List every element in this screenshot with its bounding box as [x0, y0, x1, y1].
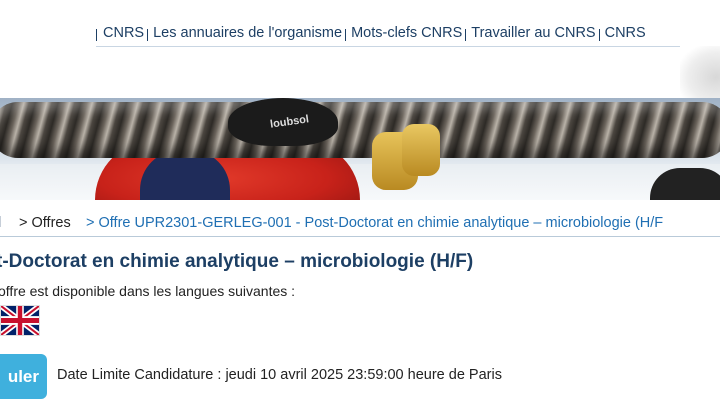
page-title: t-Doctorat en chimie analytique – microb…: [0, 251, 474, 272]
banner-ice-core-drill: [0, 102, 720, 158]
top-navigation: CNRS Les annuaires de l'organisme Mots-cle…: [96, 22, 720, 47]
nav-link-mots-clefs[interactable]: Mots-clefs CNRS: [345, 22, 465, 44]
banner-glove: [402, 124, 440, 176]
breadcrumb: l > Offres > Offre UPR2301-GERLEG-001 - …: [0, 212, 720, 237]
breadcrumb-home-link[interactable]: l: [0, 212, 1, 234]
language-availability-note: offre est disponible dans les langues su…: [0, 283, 296, 299]
nav-link-annuaires[interactable]: Les annuaires de l'organisme: [147, 22, 345, 44]
apply-button[interactable]: uler: [0, 354, 47, 399]
application-deadline: Date Limite Candidature : jeudi 10 avril…: [57, 367, 502, 383]
nav-link-cnrs[interactable]: CNRS: [96, 22, 147, 44]
nav-link-cnrs-more[interactable]: CNRS: [598, 22, 649, 44]
header-banner-image: loubsol: [0, 98, 720, 200]
nav-link-travailler[interactable]: Travailler au CNRS: [465, 22, 598, 44]
breadcrumb-offres-link[interactable]: > Offres: [19, 212, 71, 234]
breadcrumb-current-offer[interactable]: > Offre UPR2301-GERLEG-001 - Post-Doctor…: [86, 212, 663, 234]
uk-flag-icon[interactable]: [0, 305, 40, 336]
header-decoration: [680, 46, 720, 98]
